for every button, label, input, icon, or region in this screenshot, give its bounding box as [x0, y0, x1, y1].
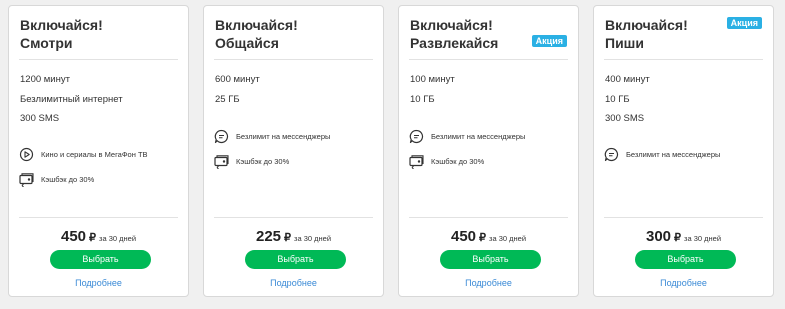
feature-text: Безлимит на мессенджеры	[431, 132, 526, 141]
chat-icon	[214, 129, 229, 144]
price-row: 225 ₽ за 30 дней	[204, 228, 383, 246]
tariff-title: Включайся! Смотри	[20, 16, 103, 52]
promo-badge: Акция	[531, 35, 567, 47]
tariff-title-line2: Общайся	[215, 35, 279, 51]
play-icon	[19, 147, 34, 162]
divider	[409, 217, 568, 218]
currency-sign: ₽	[479, 232, 487, 244]
spec-internet: 10 ГБ	[410, 93, 435, 105]
tariff-card-pishi: Включайся! Пиши Акция 400 минут 10 ГБ 30…	[593, 5, 774, 297]
spec-internet: Безлимитный интернет	[20, 93, 123, 105]
divider	[604, 59, 763, 60]
more-link[interactable]: Подробнее	[594, 278, 773, 288]
divider	[409, 59, 568, 60]
tariff-title: Включайся! Общайся	[215, 16, 298, 52]
tariff-specs: 1200 минут Безлимитный интернет 300 SMS	[20, 74, 123, 133]
currency-sign: ₽	[284, 232, 292, 244]
spec-minutes: 1200 минут	[20, 74, 70, 85]
tariff-specs: 600 минут 25 ГБ	[215, 74, 260, 113]
tariff-features: Безлимит на мессенджеры Кэшбэк до 30%	[214, 124, 330, 174]
tariff-title-line2: Смотри	[20, 35, 73, 51]
price-period: за 30 дней	[489, 234, 527, 243]
chat-icon	[604, 147, 619, 162]
promo-badge: Акция	[726, 17, 762, 29]
tariff-features: Безлимит на мессенджеры Кэшбэк до 30%	[409, 124, 525, 174]
tariff-title: Включайся! Развлекайся	[410, 16, 498, 52]
chat-icon	[409, 129, 424, 144]
spec-sms: 300 SMS	[20, 113, 60, 124]
tariff-features: Кино и сериалы в МегаФон ТВ Кэшбэк до 30…	[19, 142, 148, 192]
price-period: за 30 дней	[684, 234, 722, 243]
spec-internet: 10 ГБ	[605, 93, 630, 105]
price-row: 450 ₽ за 30 дней	[399, 228, 578, 246]
divider	[214, 59, 373, 60]
price-value: 450	[60, 228, 87, 245]
tariff-title-line1: Включайся!	[605, 17, 688, 33]
tariff-title-line1: Включайся!	[410, 17, 493, 33]
divider	[19, 217, 178, 218]
divider	[214, 217, 373, 218]
feature-messengers: Безлимит на мессенджеры	[604, 142, 720, 167]
tariff-specs: 100 минут 10 ГБ	[410, 74, 455, 113]
tariff-features: Безлимит на мессенджеры	[604, 142, 720, 167]
tariff-cards: Включайся! Смотри 1200 минут Безлимитный…	[0, 0, 785, 309]
more-link[interactable]: Подробнее	[399, 278, 578, 288]
feature-messengers: Безлимит на мессенджеры	[214, 124, 330, 149]
feature-cashback: Кэшбэк до 30%	[214, 149, 330, 174]
price-row: 450 ₽ за 30 дней	[9, 228, 188, 246]
price-value: 225	[255, 228, 282, 245]
spec-minutes: 600 минут	[215, 74, 260, 85]
feature-text: Безлимит на мессенджеры	[236, 132, 331, 141]
divider	[19, 59, 178, 60]
tariff-card-obshchaysya: Включайся! Общайся 600 минут 25 ГБ Безли…	[203, 5, 384, 297]
feature-cashback: Кэшбэк до 30%	[409, 149, 525, 174]
more-link[interactable]: Подробнее	[204, 278, 383, 288]
price-row: 300 ₽ за 30 дней	[594, 228, 773, 246]
feature-text: Безлимит на мессенджеры	[626, 150, 721, 159]
tariff-title: Включайся! Пиши	[605, 16, 688, 52]
tariff-title-line2: Пиши	[605, 35, 644, 51]
feature-messengers: Безлимит на мессенджеры	[409, 124, 525, 149]
choose-button[interactable]: Выбрать	[440, 250, 541, 269]
currency-sign: ₽	[674, 232, 682, 244]
currency-sign: ₽	[89, 232, 97, 244]
tariff-card-razvlekaysya: Включайся! Развлекайся Акция 100 минут 1…	[398, 5, 579, 297]
tariff-title-line1: Включайся!	[20, 17, 103, 33]
choose-button[interactable]: Выбрать	[50, 250, 151, 269]
choose-button[interactable]: Выбрать	[245, 250, 346, 269]
cashback-icon	[409, 154, 424, 169]
more-link[interactable]: Подробнее	[9, 278, 188, 288]
choose-button[interactable]: Выбрать	[635, 250, 736, 269]
price-period: за 30 дней	[294, 234, 332, 243]
feature-text: Кэшбэк до 30%	[431, 157, 485, 166]
feature-text: Кино и сериалы в МегаФон ТВ	[41, 150, 148, 159]
spec-sms: 300 SMS	[605, 113, 645, 124]
feature-text: Кэшбэк до 30%	[41, 175, 95, 184]
cashback-icon	[214, 154, 229, 169]
price-value: 300	[645, 228, 672, 245]
tariff-card-smotri: Включайся! Смотри 1200 минут Безлимитный…	[8, 5, 189, 297]
cashback-icon	[19, 172, 34, 187]
spec-minutes: 100 минут	[410, 74, 455, 85]
spec-internet: 25 ГБ	[215, 93, 240, 105]
spec-minutes: 400 минут	[605, 74, 650, 85]
divider	[604, 217, 763, 218]
feature-tv: Кино и сериалы в МегаФон ТВ	[19, 142, 148, 167]
price-value: 450	[450, 228, 477, 245]
feature-text: Кэшбэк до 30%	[236, 157, 290, 166]
feature-cashback: Кэшбэк до 30%	[19, 167, 148, 192]
tariff-specs: 400 минут 10 ГБ 300 SMS	[605, 74, 650, 133]
price-period: за 30 дней	[99, 234, 137, 243]
tariff-title-line2: Развлекайся	[410, 35, 499, 51]
tariff-title-line1: Включайся!	[215, 17, 298, 33]
